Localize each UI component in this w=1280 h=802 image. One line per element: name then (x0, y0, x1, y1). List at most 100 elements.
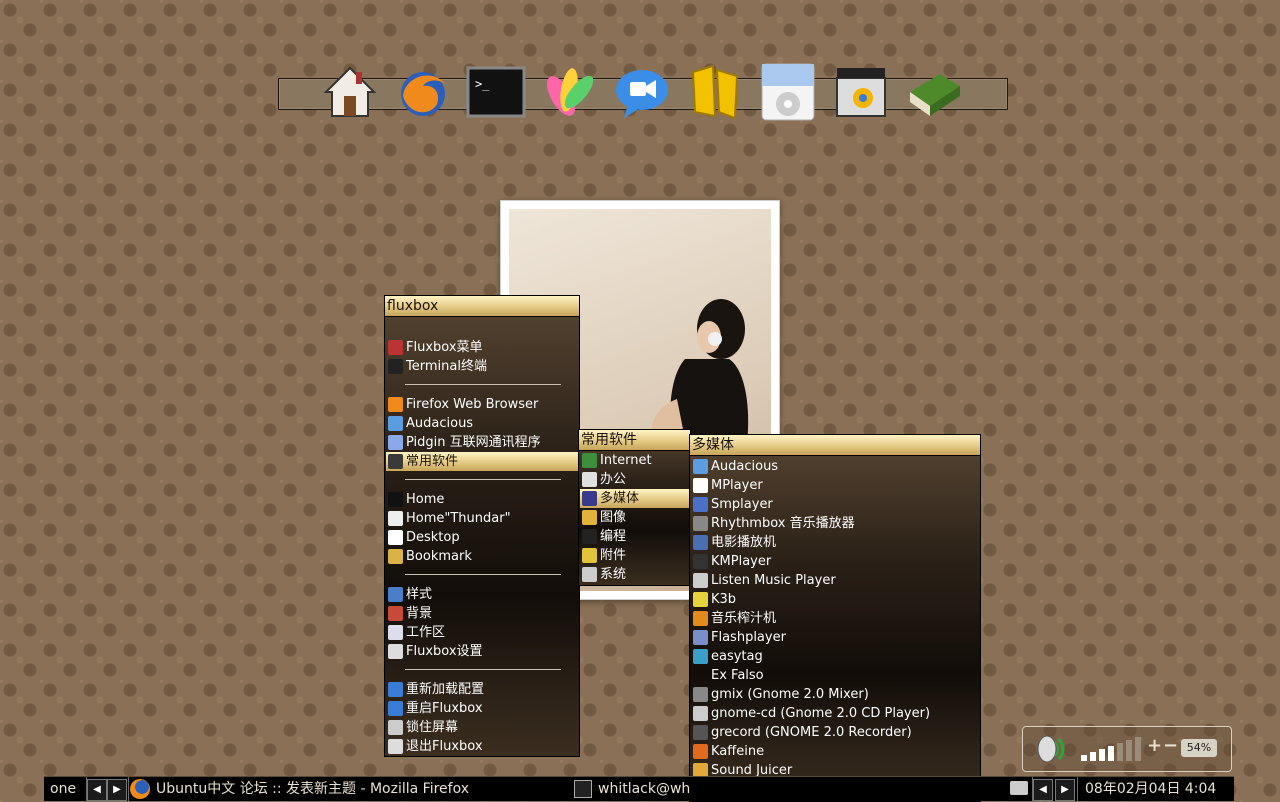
image-icon (582, 510, 597, 525)
menu-item[interactable]: 退出Fluxbox (386, 737, 578, 756)
home-icon[interactable] (320, 62, 380, 122)
menu-item[interactable]: MPlayer (691, 476, 979, 495)
desktop-icon (388, 530, 403, 545)
menu-item[interactable]: 多媒体 (580, 489, 689, 508)
divider (1077, 777, 1078, 801)
menu-item[interactable]: Audacious (691, 457, 979, 476)
volume-bar[interactable] (1117, 743, 1123, 761)
menu-item[interactable]: 系统 (580, 565, 689, 584)
menu-item[interactable]: gnome-cd (Gnome 2.0 CD Player) (691, 704, 979, 723)
menu-item[interactable]: KMPlayer (691, 552, 979, 571)
paint-icon[interactable] (539, 62, 599, 122)
keyboard-icon[interactable] (1010, 781, 1028, 795)
speaker-icon[interactable] (1035, 733, 1071, 765)
menu-item[interactable]: Smplayer (691, 495, 979, 514)
menu-item-label: Bookmark (406, 549, 472, 564)
menu-item[interactable]: Desktop (386, 528, 578, 547)
menu-item[interactable]: 办公 (580, 470, 689, 489)
menu-item[interactable]: Ex Falso (691, 666, 979, 685)
menu-item-label: Home (406, 492, 445, 507)
firefox-icon[interactable] (393, 62, 453, 122)
menu-item-label: 常用软件 (406, 454, 459, 469)
menu-item[interactable]: easytag (691, 647, 979, 666)
wallpaper-icon (388, 606, 403, 621)
menu-item[interactable]: Fluxbox菜单 (386, 338, 578, 357)
volume-up-button[interactable]: + (1147, 735, 1162, 756)
menu-item[interactable]: Bookmark (386, 547, 578, 566)
menu-separator (405, 669, 561, 670)
movie-icon[interactable] (831, 62, 891, 122)
book-icon[interactable] (904, 62, 964, 122)
volume-bar[interactable] (1126, 740, 1132, 761)
menu-item-label: Audacious (406, 416, 474, 431)
menu-item[interactable]: K3b (691, 590, 979, 609)
volume-down-button[interactable]: − (1163, 735, 1178, 756)
menu-item[interactable]: Listen Music Player (691, 571, 979, 590)
menu-item[interactable]: 工作区 (386, 623, 578, 642)
cd-player-icon[interactable] (758, 62, 818, 122)
menu-item[interactable]: 锁住屏幕 (386, 718, 578, 737)
menu-item[interactable]: 重启Fluxbox (386, 699, 578, 718)
prev-workspace-button[interactable]: ◀ (87, 779, 107, 801)
menu-item[interactable]: grecord (GNOME 2.0 Recorder) (691, 723, 979, 742)
clock: 08年02月04日 4:04 (1085, 781, 1217, 797)
menu-item-label: Smplayer (711, 497, 773, 512)
menu-item[interactable]: Fluxbox设置 (386, 642, 578, 661)
menu-item[interactable]: 样式 (386, 585, 578, 604)
menu-item[interactable]: 附件 (580, 546, 689, 565)
volume-bar[interactable] (1135, 737, 1141, 761)
menu-item[interactable]: Terminal终端 (386, 357, 578, 376)
menu-item[interactable]: 重新加载配置 (386, 680, 578, 699)
menu-item[interactable]: 常用软件 (386, 452, 578, 471)
office-icon[interactable] (685, 62, 745, 122)
menu-item[interactable]: Firefox Web Browser (386, 395, 578, 414)
menu-item-label: 电影播放机 (711, 535, 777, 550)
menu-item-label: 重启Fluxbox (406, 701, 483, 716)
menu-item[interactable]: Audacious (386, 414, 578, 433)
menu-separator (405, 384, 561, 385)
menu-item[interactable]: Internet (580, 451, 689, 470)
smplayer-icon (693, 497, 708, 512)
bookmark-icon (388, 549, 403, 564)
menu-item[interactable]: Rhythmbox 音乐播放器 (691, 514, 979, 533)
workspace-name[interactable]: one (50, 778, 86, 800)
volume-percent: 54% (1181, 739, 1217, 757)
menu-item[interactable]: Home"Thundar" (386, 509, 578, 528)
dock: >_ (320, 62, 964, 122)
next-window-button[interactable]: ▶ (1055, 779, 1075, 801)
volume-bar[interactable] (1108, 746, 1114, 761)
menu-item[interactable]: 电影播放机 (691, 533, 979, 552)
juicer-icon (693, 611, 708, 626)
chat-icon[interactable] (612, 62, 672, 122)
office-icon (582, 472, 597, 487)
reload-icon (388, 682, 403, 697)
next-workspace-button[interactable]: ▶ (107, 779, 127, 801)
volume-bar[interactable] (1081, 755, 1087, 761)
taskbar-window-firefox[interactable]: Ubuntu中文 论坛 :: 发表新主题 - Mozilla Firefox (156, 778, 568, 800)
multimedia-menu: 多媒体 Audacious MPlayer Smplayer Rhythmbox 音乐… (689, 434, 981, 802)
menu-item[interactable]: Flashplayer (691, 628, 979, 647)
flash-icon (693, 630, 708, 645)
menu-item[interactable]: 图像 (580, 508, 689, 527)
terminal-icon[interactable]: >_ (466, 62, 526, 122)
menu-item-label: 重新加载配置 (406, 682, 485, 697)
menu-item-label: 办公 (600, 472, 627, 487)
menu-item-label: 工作区 (406, 625, 446, 640)
menu-item[interactable]: 背景 (386, 604, 578, 623)
programming-icon (582, 529, 597, 544)
taskbar-window-terminal[interactable]: whitlack@wh (598, 778, 694, 800)
volume-level-bars[interactable] (1081, 735, 1145, 761)
menu-item[interactable]: 编程 (580, 527, 689, 546)
menu-item[interactable]: 音乐榨汁机 (691, 609, 979, 628)
prev-window-button[interactable]: ◀ (1033, 779, 1053, 801)
menu-item[interactable]: Kaffeine (691, 742, 979, 761)
rhythmbox-icon (693, 516, 708, 531)
volume-bar[interactable] (1099, 749, 1105, 761)
volume-bar[interactable] (1090, 752, 1096, 761)
terminal-icon (388, 359, 403, 374)
menu-item-label: Flashplayer (711, 630, 786, 645)
menu-item[interactable]: gmix (Gnome 2.0 Mixer) (691, 685, 979, 704)
menu-item[interactable]: Home (386, 490, 578, 509)
restart-icon (388, 701, 403, 716)
menu-item[interactable]: Pidgin 互联网通讯程序 (386, 433, 578, 452)
